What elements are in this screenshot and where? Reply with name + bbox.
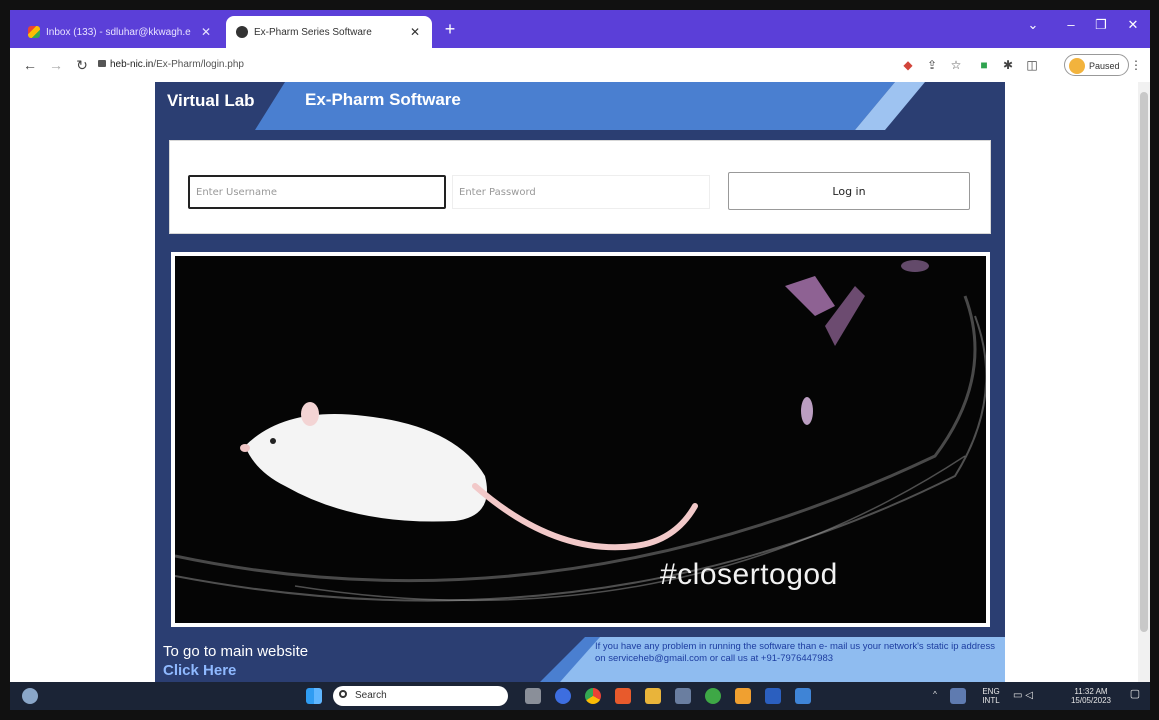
meet-icon[interactable] — [555, 688, 571, 704]
page-content: Virtual Lab Ex-Pharm Software Log in — [10, 82, 1150, 682]
search-icon — [339, 690, 347, 698]
tray-app-icon[interactable] — [950, 688, 966, 704]
login-button[interactable]: Log in — [728, 172, 970, 210]
main-website-text: To go to main website — [163, 643, 309, 660]
profile-paused-button[interactable]: Paused — [1064, 54, 1129, 76]
windows-start-icon[interactable] — [306, 688, 322, 704]
language-indicator[interactable]: ENG INTL — [978, 687, 1004, 705]
forward-arrow-icon[interactable]: → — [46, 55, 66, 75]
photos-icon[interactable] — [675, 688, 691, 704]
new-tab-icon[interactable]: + — [440, 19, 460, 39]
ex-pharm-site: Virtual Lab Ex-Pharm Software Log in — [155, 82, 1005, 682]
search-label: Search — [355, 690, 387, 701]
file-explorer-icon[interactable] — [645, 688, 661, 704]
tab-title: Ex-Pharm Series Software — [254, 26, 372, 38]
hero-image: #closertogod — [175, 256, 986, 623]
url-field[interactable]: heb-nic.in/Ex-Pharm/login.php — [110, 55, 244, 75]
star-bookmark-icon[interactable]: ☆ — [948, 57, 964, 73]
password-input[interactable] — [452, 175, 710, 209]
tab-ex-pharm[interactable]: Ex-Pharm Series Software ✕ — [226, 16, 432, 48]
close-tab-icon[interactable]: ✕ — [408, 25, 422, 39]
close-window-icon[interactable]: ✕ — [1114, 10, 1150, 40]
extension-icon[interactable]: ◆ — [900, 57, 916, 73]
tab-title: Inbox (133) - sdluhar@kkwagh.e — [46, 26, 191, 38]
check-extension-icon[interactable]: ■ — [976, 57, 992, 73]
office-icon[interactable] — [615, 688, 631, 704]
windows-taskbar: Search ^ ENG INTL ▭ ◁ 11:32 AM 15/05/2023 … — [10, 682, 1150, 710]
close-tab-icon[interactable]: ✕ — [199, 25, 213, 39]
browser-address-bar: ← → ↻ heb-nic.in/Ex-Pharm/login.php ◆ ⇪ … — [10, 48, 1150, 83]
language-variant: INTL — [982, 696, 1000, 705]
puzzle-extensions-icon[interactable]: ✱ — [1000, 57, 1016, 73]
chrome-icon[interactable] — [585, 688, 601, 704]
url-host: heb-nic.in — [110, 59, 154, 70]
chevron-down-icon[interactable]: ⌄ — [1014, 10, 1052, 40]
app-blue-icon[interactable] — [795, 688, 811, 704]
app-title: Ex-Pharm Software — [305, 90, 461, 109]
app-green-icon[interactable] — [705, 688, 721, 704]
rat-on-wheel-illustration — [175, 260, 986, 602]
app-orange-icon[interactable] — [735, 688, 751, 704]
hero-banner: #closertogod — [171, 252, 990, 627]
hero-hashtag: #closertogod — [660, 558, 838, 591]
language-code: ENG — [982, 687, 1000, 696]
network-volume-icon[interactable]: ▭ ◁ — [1010, 691, 1036, 701]
username-input[interactable] — [188, 175, 446, 209]
brand-title: Virtual Lab — [167, 91, 255, 110]
clock-time: 11:32 AM — [1074, 687, 1108, 696]
main-website-link[interactable]: Click Here — [163, 662, 236, 679]
clock-date: 15/05/2023 — [1070, 696, 1112, 705]
word-icon[interactable] — [765, 688, 781, 704]
scrollbar-thumb[interactable] — [1140, 92, 1148, 632]
tab-gmail-inbox[interactable]: Inbox (133) - sdluhar@kkwagh.e ✕ — [18, 16, 223, 48]
login-form: Log in — [169, 140, 991, 234]
lock-icon — [98, 60, 106, 67]
header-banner-graphic — [155, 82, 1005, 130]
url-path: /Ex-Pharm/login.php — [153, 59, 244, 70]
header-banner: Virtual Lab Ex-Pharm Software — [155, 82, 1005, 130]
weather-widget-icon[interactable] — [22, 688, 38, 704]
taskbar-search[interactable]: Search — [333, 686, 508, 706]
clock[interactable]: 11:32 AM 15/05/2023 — [1058, 687, 1124, 705]
screen: Inbox (133) - sdluhar@kkwagh.e ✕ Ex-Phar… — [10, 10, 1150, 710]
menu-kebab-icon[interactable]: ⋮ — [1128, 57, 1144, 73]
page-scrollbar[interactable] — [1138, 82, 1150, 682]
back-arrow-icon[interactable]: ← — [20, 55, 40, 75]
support-contact-text: If you have any problem in running the s… — [595, 641, 995, 664]
site-icon — [236, 26, 248, 38]
chevron-up-icon[interactable]: ^ — [930, 690, 940, 699]
notification-icon[interactable]: ▢ — [1128, 689, 1142, 700]
browser-tab-bar: Inbox (133) - sdluhar@kkwagh.e ✕ Ex-Phar… — [10, 10, 1150, 48]
share-icon[interactable]: ⇪ — [924, 57, 940, 73]
reload-icon[interactable]: ↻ — [72, 55, 92, 75]
side-panel-icon[interactable]: ◫ — [1024, 57, 1040, 73]
task-view-icon[interactable] — [525, 688, 541, 704]
gmail-icon — [28, 26, 40, 38]
